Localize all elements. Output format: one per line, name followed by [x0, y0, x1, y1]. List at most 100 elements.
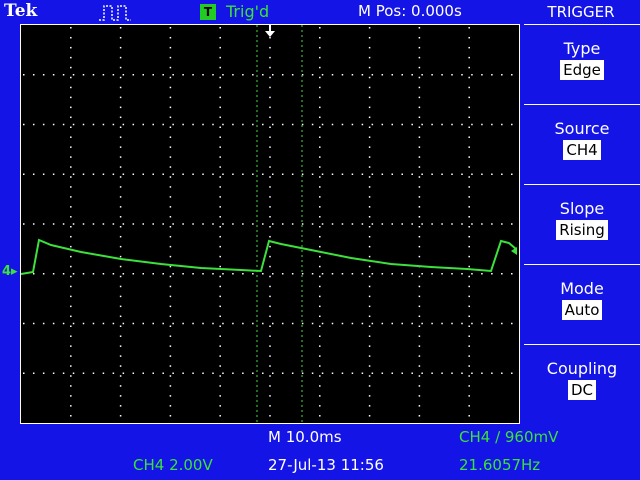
grid-dot	[468, 176, 470, 178]
grid-dot	[319, 36, 321, 39]
grid-dot	[219, 226, 221, 228]
grid-dot	[468, 315, 470, 318]
grid-dot	[262, 123, 264, 126]
waveform-display[interactable]	[20, 24, 520, 424]
channel-scale-readout[interactable]: CH4 2.00V	[133, 456, 213, 474]
grid-dot	[222, 372, 224, 374]
menu-item-coupling[interactable]: Coupling DC	[524, 344, 640, 422]
grid-dot	[361, 123, 364, 126]
grid-dot	[461, 372, 463, 374]
grid-dot	[82, 273, 85, 275]
grid-dot	[371, 223, 374, 225]
grid-dot	[119, 176, 122, 178]
grid-dot	[70, 275, 72, 278]
grid-dot	[119, 156, 122, 158]
grid-dot	[319, 56, 321, 59]
grid-dot	[42, 223, 45, 225]
menu-item-slope[interactable]: Slope Rising	[524, 184, 640, 262]
grid-dot	[418, 146, 421, 148]
grid-dot	[468, 27, 470, 29]
grid-dot	[269, 196, 271, 198]
grid-dot	[232, 322, 234, 325]
grid-dot	[468, 116, 470, 119]
grid-dot	[319, 96, 321, 99]
channel-4-ground-marker[interactable]: 4▸	[2, 264, 18, 279]
menu-item-source[interactable]: Source CH4	[524, 104, 640, 182]
grid-dot	[119, 146, 122, 148]
grid-dot	[341, 173, 344, 175]
grid-dot	[119, 216, 122, 218]
grid-dot	[319, 415, 321, 417]
grid-dot	[112, 123, 115, 126]
grid-dot	[368, 345, 371, 347]
grid-dot	[401, 223, 403, 225]
grid-dot	[23, 372, 25, 374]
timebase-readout[interactable]: M 10.0ms	[268, 428, 342, 446]
grid-dot	[319, 405, 321, 407]
grid-dot	[468, 106, 470, 109]
grid-dot	[319, 385, 321, 387]
grid-dot	[471, 74, 473, 76]
grid-dot	[331, 74, 334, 76]
grid-dot	[421, 322, 423, 325]
grid-dot	[70, 136, 72, 138]
grid-dot	[70, 385, 72, 387]
grid-dot	[368, 136, 371, 138]
grid-dot	[242, 322, 244, 325]
menu-item-value: Auto	[561, 300, 603, 320]
grid-dot	[119, 196, 122, 198]
grid-dot	[219, 116, 221, 119]
grid-dot	[319, 176, 321, 178]
grid-dot	[219, 206, 221, 208]
grid-dot	[172, 322, 174, 325]
grid-dot	[169, 375, 172, 377]
grid-dot	[481, 123, 483, 126]
grid-dot	[468, 86, 470, 89]
grid-dot	[119, 27, 122, 29]
grid-dot	[119, 335, 122, 337]
grid-dot	[321, 322, 324, 325]
grid-dot	[112, 173, 115, 175]
grid-dot	[269, 126, 271, 128]
grid-dot	[311, 123, 314, 126]
trigger-level-readout[interactable]: CH4 ∕ 960mV	[459, 428, 558, 446]
grid-dot	[269, 116, 271, 119]
grid-dot	[169, 76, 172, 79]
grid-dot	[418, 415, 421, 417]
grid-dot	[52, 372, 55, 374]
grid-dot	[119, 226, 122, 228]
grid-dot	[421, 273, 423, 275]
grid-dot	[368, 385, 371, 387]
grid-dot	[321, 372, 324, 374]
grid-dot	[32, 173, 35, 175]
main-position-readout[interactable]: M Pos: 0.000s	[358, 2, 462, 20]
grid-dot	[411, 322, 413, 325]
trigger-position-arrow[interactable]	[265, 31, 275, 37]
grid-dot	[421, 372, 423, 374]
grid-dot	[368, 315, 371, 318]
grid-dot	[169, 245, 172, 248]
grid-dot	[418, 295, 421, 298]
grid-dot	[269, 186, 271, 188]
grid-dot	[491, 322, 493, 325]
grid-dot	[70, 235, 72, 238]
grid-dot	[219, 86, 221, 89]
grid-dot	[70, 375, 72, 377]
grid-dot	[368, 206, 371, 208]
grid-dot	[319, 235, 321, 238]
grid-dot	[371, 372, 374, 374]
grid-dot	[132, 173, 135, 175]
grid-dot	[70, 245, 72, 248]
grid-dot	[42, 74, 45, 76]
status-bar: Tek T Trig'd M Pos: 0.000s	[0, 0, 520, 24]
grid-dot	[441, 123, 443, 126]
grid-dot	[162, 273, 164, 275]
menu-item-type[interactable]: Type Edge	[524, 24, 640, 102]
menu-item-mode[interactable]: Mode Auto	[524, 264, 640, 342]
grid-dot	[272, 74, 274, 76]
grid-dot	[319, 365, 321, 367]
grid-dot	[169, 395, 172, 397]
grid-dot	[272, 173, 274, 175]
grid-dot	[142, 173, 145, 175]
grid-dot	[381, 372, 384, 374]
